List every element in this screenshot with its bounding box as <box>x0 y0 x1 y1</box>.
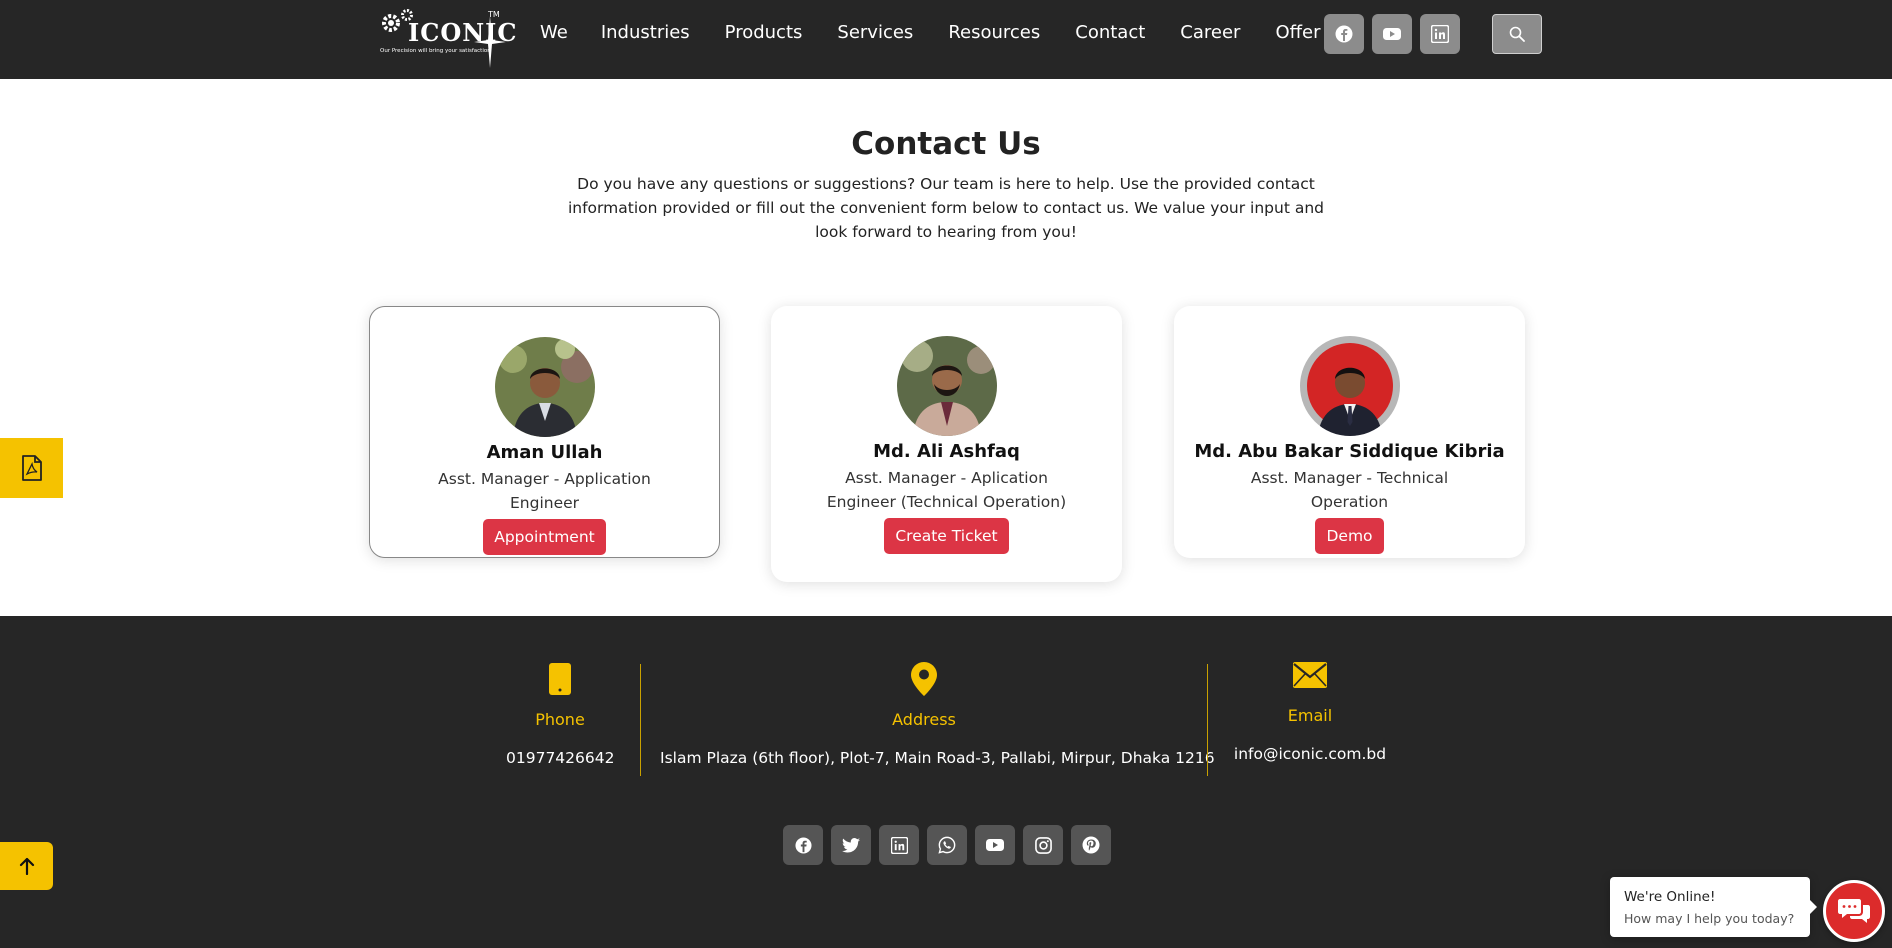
scroll-to-top-button[interactable] <box>0 842 53 890</box>
facebook-icon[interactable] <box>783 825 823 865</box>
chat-bubbles-icon <box>1838 899 1870 923</box>
pdf-file-icon <box>21 455 42 481</box>
nav-career[interactable]: Career <box>1180 22 1240 43</box>
phone-block: Phone 01977426642 <box>506 662 614 767</box>
contact-card-abu-bakar-kibria: Md. Abu Bakar Siddique Kibria Asst. Mana… <box>1174 306 1525 558</box>
envelope-icon <box>1293 662 1327 688</box>
facebook-icon[interactable] <box>1324 14 1364 54</box>
chat-status: We're Online! <box>1624 889 1716 905</box>
youtube-icon[interactable] <box>1372 14 1412 54</box>
nav-we[interactable]: We <box>540 22 568 43</box>
pdf-download-tab[interactable] <box>0 438 63 498</box>
chat-greeting[interactable]: We're Online! How may I help you today? <box>1610 877 1817 937</box>
phone-icon <box>549 663 571 695</box>
nav-contact[interactable]: Contact <box>1075 22 1145 43</box>
avatar <box>494 337 595 437</box>
phone-label: Phone <box>535 710 585 729</box>
twitter-icon[interactable] <box>831 825 871 865</box>
email-block: Email info@iconic.com.bd <box>1220 662 1400 763</box>
youtube-icon[interactable] <box>975 825 1015 865</box>
nav-offer[interactable]: Offer <box>1275 22 1320 43</box>
footer-divider <box>640 664 641 776</box>
avatar <box>896 336 997 436</box>
phone-value[interactable]: 01977426642 <box>506 749 614 767</box>
gear-icon <box>382 14 400 32</box>
contact-card-aman-ullah: Aman Ullah Asst. Manager - Application E… <box>369 306 720 558</box>
iconic-logo[interactable]: ICONIC TM Our Precision will bring your … <box>378 6 517 68</box>
pinterest-icon[interactable] <box>1071 825 1111 865</box>
contact-name: Md. Abu Bakar Siddique Kibria <box>1194 441 1505 462</box>
arrow-up-icon <box>19 857 34 875</box>
chat-box-tail <box>1809 899 1817 915</box>
footer-social-links <box>783 825 1111 865</box>
address-label: Address <box>892 710 956 729</box>
site-header: ICONIC TM Our Precision will bring your … <box>0 0 1892 79</box>
create-ticket-button[interactable]: Create Ticket <box>884 518 1009 554</box>
nav-services[interactable]: Services <box>837 22 913 43</box>
appointment-button[interactable]: Appointment <box>483 519 606 555</box>
header-social-links <box>1324 14 1460 54</box>
main-nav: We Industries Products Services Resource… <box>540 22 1355 43</box>
location-pin-icon <box>911 662 937 696</box>
contact-role: Asst. Manager - Application Engineer <box>438 470 651 512</box>
email-value[interactable]: info@iconic.com.bd <box>1220 745 1400 763</box>
avatar <box>1299 336 1400 436</box>
search-button[interactable] <box>1492 14 1542 54</box>
nav-industries[interactable]: Industries <box>601 22 690 43</box>
nav-resources[interactable]: Resources <box>948 22 1040 43</box>
chat-open-button[interactable] <box>1823 880 1885 942</box>
address-block: Address Islam Plaza (6th floor), Plot-7,… <box>660 662 1215 767</box>
footer-divider <box>1207 664 1208 776</box>
linkedin-icon[interactable] <box>1420 14 1460 54</box>
contact-role: Asst. Manager - Aplication Engineer (Tec… <box>826 469 1067 511</box>
contact-card-ali-ashfaq: Md. Ali Ashfaq Asst. Manager - Aplicatio… <box>771 306 1122 582</box>
contact-role: Asst. Manager - Technical Operation <box>1250 469 1449 511</box>
contact-name: Md. Ali Ashfaq <box>873 441 1020 462</box>
logo-tagline: Our Precision will bring your satisfacti… <box>380 48 491 54</box>
chat-prompt: How may I help you today? <box>1624 911 1795 926</box>
search-icon <box>1509 26 1525 42</box>
whatsapp-icon[interactable] <box>927 825 967 865</box>
linkedin-icon[interactable] <box>879 825 919 865</box>
site-footer: Phone 01977426642 Address Islam Plaza (6… <box>0 616 1892 948</box>
page-title: Contact Us <box>851 126 1041 162</box>
demo-button[interactable]: Demo <box>1315 518 1384 554</box>
sparkle-icon <box>474 16 506 68</box>
nav-products[interactable]: Products <box>725 22 803 43</box>
email-label: Email <box>1287 706 1333 725</box>
address-value: Islam Plaza (6th floor), Plot-7, Main Ro… <box>660 749 1215 767</box>
instagram-icon[interactable] <box>1023 825 1063 865</box>
intro-text: Do you have any questions or suggestions… <box>567 175 1325 241</box>
contact-name: Aman Ullah <box>486 442 603 463</box>
